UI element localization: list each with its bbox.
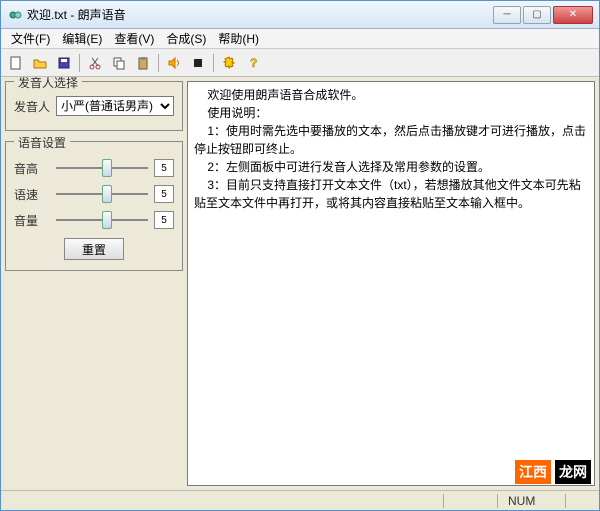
speak-icon[interactable] — [163, 52, 185, 74]
speed-label: 语速 — [14, 186, 50, 203]
voice-settings-group: 语音设置 音高 5 语速 5 音量 — [5, 141, 183, 271]
stop-icon[interactable] — [187, 52, 209, 74]
title-bar: 欢迎.txt - 朗声语音 ─ ▢ ✕ — [1, 1, 599, 29]
maximize-button[interactable]: ▢ — [523, 6, 551, 24]
close-button[interactable]: ✕ — [553, 6, 593, 24]
status-empty — [443, 494, 477, 508]
voice-select-group: 发音人选择 发音人 小严(普通话男声) — [5, 81, 183, 131]
window-title: 欢迎.txt - 朗声语音 — [27, 6, 493, 23]
volume-label: 音量 — [14, 212, 50, 229]
pitch-value: 5 — [154, 159, 174, 177]
volume-slider[interactable] — [56, 210, 148, 230]
toolbar-separator — [213, 54, 214, 72]
menu-help[interactable]: 帮助(H) — [212, 28, 265, 49]
voice-group-title: 发音人选择 — [14, 77, 82, 91]
volume-value: 5 — [154, 211, 174, 229]
menu-edit[interactable]: 编辑(E) — [56, 28, 108, 49]
settings-group-title: 语音设置 — [14, 134, 70, 151]
status-bar: NUM — [1, 490, 599, 510]
copy-icon[interactable] — [108, 52, 130, 74]
toolbar-separator — [79, 54, 80, 72]
pitch-slider[interactable] — [56, 158, 148, 178]
open-folder-icon[interactable] — [29, 52, 51, 74]
speed-value: 5 — [154, 185, 174, 203]
help-icon[interactable]: ? — [242, 52, 264, 74]
menu-view[interactable]: 查看(V) — [108, 28, 160, 49]
voice-select[interactable]: 小严(普通话男声) — [56, 96, 174, 116]
toolbar: ? — [1, 49, 599, 77]
app-window: 欢迎.txt - 朗声语音 ─ ▢ ✕ 文件(F) 编辑(E) 查看(V) 合成… — [0, 0, 600, 511]
menu-synth[interactable]: 合成(S) — [160, 28, 212, 49]
svg-text:?: ? — [250, 56, 257, 70]
speed-slider[interactable] — [56, 184, 148, 204]
cut-icon[interactable] — [84, 52, 106, 74]
window-controls: ─ ▢ ✕ — [493, 6, 593, 24]
paste-icon[interactable] — [132, 52, 154, 74]
status-num: NUM — [497, 494, 545, 508]
menu-file[interactable]: 文件(F) — [5, 28, 56, 49]
pitch-label: 音高 — [14, 160, 50, 177]
voice-label: 发音人 — [14, 98, 50, 115]
left-panel: 发音人选择 发音人 小严(普通话男声) 语音设置 音高 5 — [5, 81, 183, 486]
app-icon — [7, 7, 23, 23]
status-empty2 — [565, 494, 593, 508]
toolbar-separator — [158, 54, 159, 72]
reset-button[interactable]: 重置 — [64, 238, 124, 260]
new-file-icon[interactable] — [5, 52, 27, 74]
text-editor[interactable]: 欢迎使用朗声语音合成软件。 使用说明： 1：使用时需先选中要播放的文本，然后点击… — [187, 81, 595, 486]
menu-bar: 文件(F) 编辑(E) 查看(V) 合成(S) 帮助(H) — [1, 29, 599, 49]
content-area: 发音人选择 发音人 小严(普通话男声) 语音设置 音高 5 — [1, 77, 599, 490]
minimize-button[interactable]: ─ — [493, 6, 521, 24]
settings-icon[interactable] — [218, 52, 240, 74]
save-icon[interactable] — [53, 52, 75, 74]
